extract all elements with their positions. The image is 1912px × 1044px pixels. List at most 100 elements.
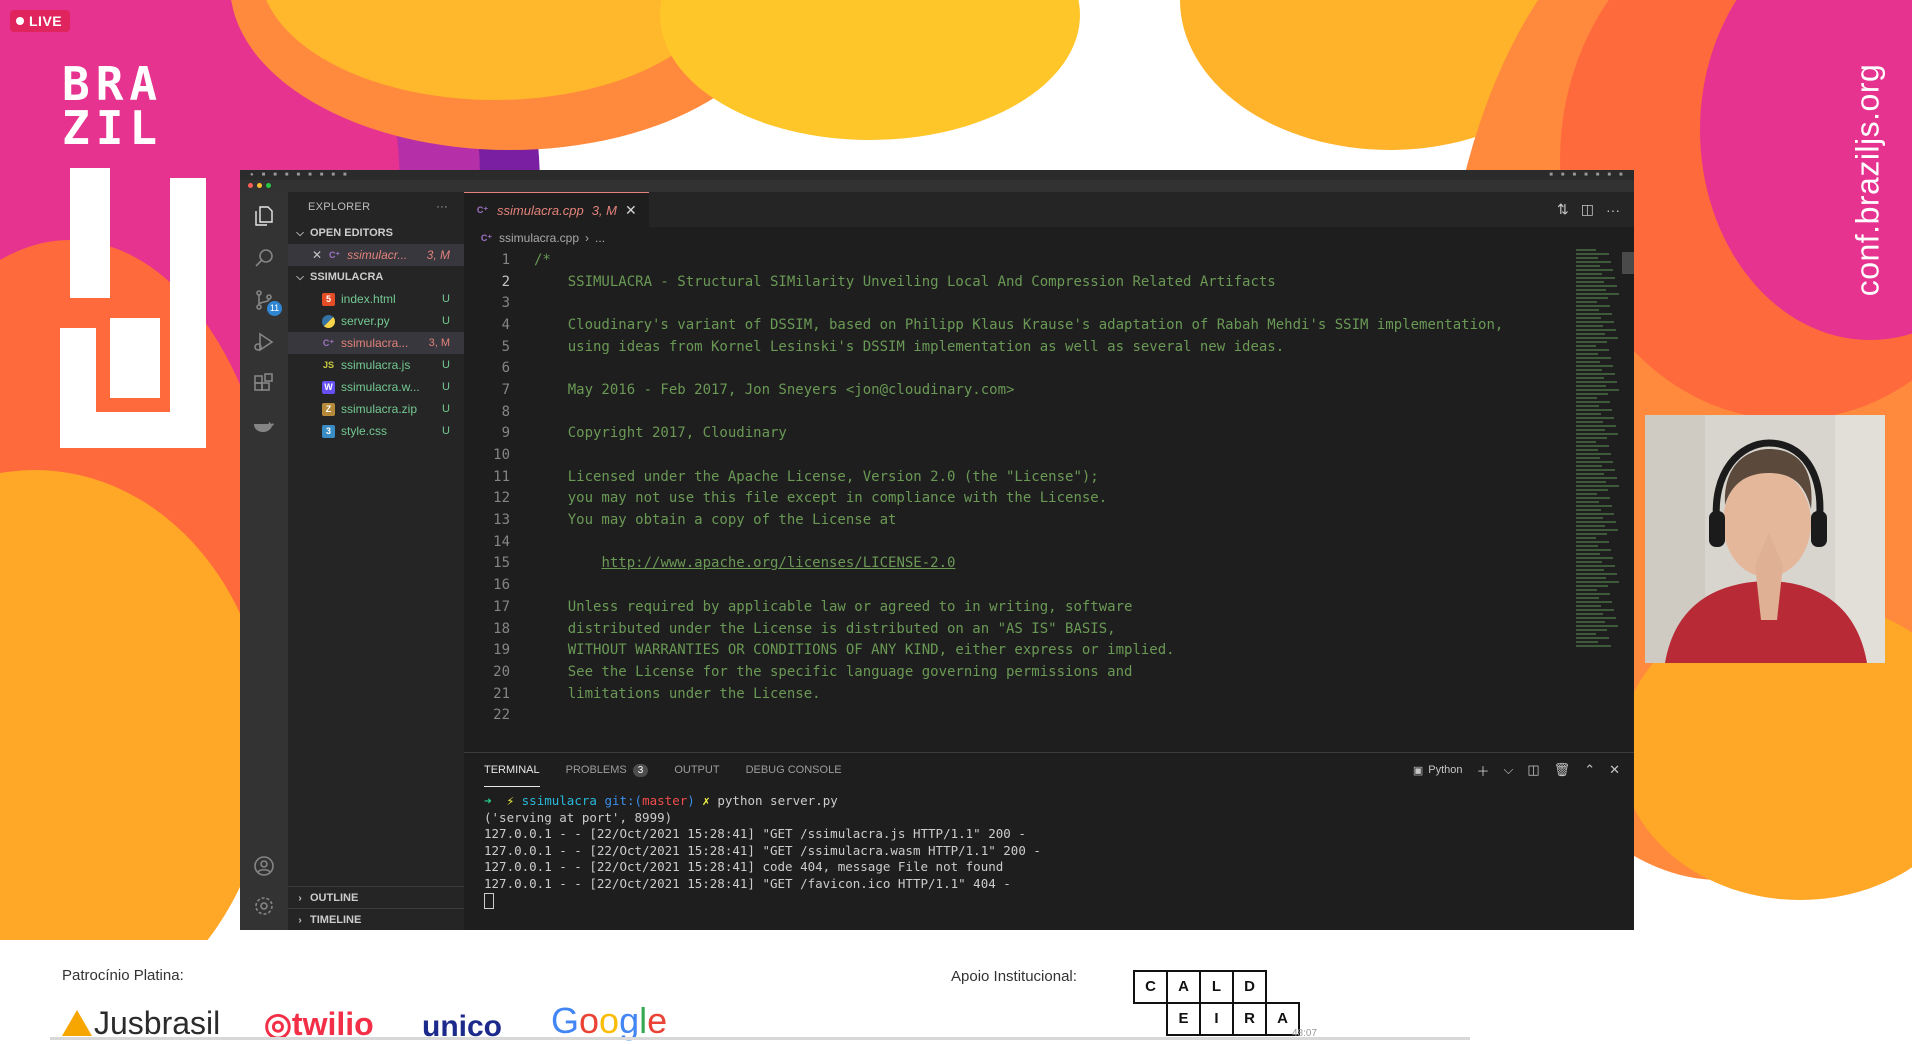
tab-debug-console[interactable]: DEBUG CONSOLE <box>746 753 842 787</box>
file-item-index-html[interactable]: 5 index.html U <box>288 288 464 310</box>
close-panel-icon[interactable]: ✕ <box>1609 762 1620 778</box>
project-section[interactable]: ⌵ SSIMULACRA <box>288 266 464 288</box>
tab-problems[interactable]: PROBLEMS 3 <box>566 753 649 787</box>
terminal-line: 127.0.0.1 - - [22/Oct/2021 15:28:41] cod… <box>484 859 1004 875</box>
google-letter: o <box>579 1000 600 1041</box>
bottom-panel: TERMINAL PROBLEMS 3 OUTPUT DEBUG CONSOLE… <box>464 752 1634 930</box>
extensions-icon[interactable] <box>250 370 278 398</box>
new-terminal-icon[interactable]: ＋ <box>1477 761 1490 780</box>
open-editors-section[interactable]: ⌵ OPEN EDITORS <box>288 222 464 244</box>
trash-icon[interactable]: 🗑 <box>1554 762 1571 778</box>
editor-actions: ⇅ ◫ ··· <box>1557 192 1620 227</box>
panel-tabs: TERMINAL PROBLEMS 3 OUTPUT DEBUG CONSOLE… <box>464 753 1634 787</box>
line-number: 6 <box>501 360 510 377</box>
cpp-file-icon: C⁺ <box>328 249 341 260</box>
chevron-right-icon: › <box>298 892 302 904</box>
minimap-line <box>1576 309 1599 311</box>
timeline-section[interactable]: › TIMELINE <box>288 908 464 930</box>
open-changes-icon[interactable]: ⇅ <box>1557 201 1569 218</box>
source-control-icon[interactable]: 11 <box>250 286 282 316</box>
editor-scrollbar[interactable] <box>1622 252 1634 274</box>
search-icon[interactable] <box>250 244 278 272</box>
run-debug-icon[interactable] <box>250 328 278 356</box>
caldeira-letter-cell: D <box>1232 970 1267 1004</box>
line-number: 8 <box>501 403 510 420</box>
explorer-icon[interactable] <box>250 202 278 230</box>
file-item-ssimulacra-zip[interactable]: Z ssimulacra.zip U <box>288 398 464 420</box>
minimap[interactable] <box>1576 249 1620 679</box>
terminal-output[interactable]: ➜ ⚡ ssimulacra git:(master) ✗ python ser… <box>464 787 1634 910</box>
open-editor-item[interactable]: ✕ C⁺ ssimulacr... 3, M <box>288 244 464 266</box>
google-letter: e <box>647 1000 668 1041</box>
code-text: limitations under the License. <box>534 685 821 702</box>
file-item-ssimulacra-cpp[interactable]: C⁺ ssimulacra... 3, M <box>288 332 464 354</box>
jusbrasil-mark-icon <box>62 1010 92 1036</box>
window-controls[interactable] <box>248 183 271 188</box>
split-editor-icon[interactable]: ◫ <box>1581 201 1594 218</box>
line-number: 13 <box>493 512 510 529</box>
minimize-window-icon[interactable] <box>257 183 262 188</box>
minimap-line <box>1576 457 1600 459</box>
outline-section[interactable]: › OUTLINE <box>288 886 464 909</box>
close-editor-icon[interactable]: ✕ <box>312 248 322 262</box>
shared-screen: ● ■ ■ ■ ■ ■ ■ ■ ■ ■ ■ ■ ■ ■ ■ ■ 11 EXPLO… <box>240 170 1634 930</box>
code-text: Unless required by applicable law or agr… <box>534 598 1133 615</box>
code-area[interactable]: 1 /* 2 SSIMULACRA - Structural SIMilarity … <box>464 249 1574 752</box>
google-letter: o <box>599 1000 620 1041</box>
minimap-line <box>1576 557 1613 559</box>
output-tab-label: OUTPUT <box>674 764 720 776</box>
file-item-ssimulacra-wasm[interactable]: W ssimulacra.w... U <box>288 376 464 398</box>
file-item-server-py[interactable]: server.py U <box>288 310 464 332</box>
minimap-line <box>1576 641 1598 643</box>
license-link[interactable]: http://www.apache.org/licenses/LICENSE-2… <box>601 555 955 571</box>
minimap-line <box>1576 529 1618 531</box>
minimap-line <box>1576 525 1605 527</box>
maximize-panel-icon[interactable]: ⌃ <box>1584 762 1595 778</box>
close-tab-icon[interactable]: ✕ <box>625 202 637 219</box>
more-actions-icon[interactable]: ··· <box>1606 202 1620 218</box>
code-line: 6 <box>464 357 1574 379</box>
minimap-line <box>1576 621 1605 623</box>
minimap-line <box>1576 313 1612 315</box>
split-terminal-icon[interactable]: ◫ <box>1527 762 1539 778</box>
timecode: 48:07 <box>1292 1028 1318 1039</box>
platinum-sponsors-label: Patrocínio Platina: <box>62 967 184 984</box>
minimap-line <box>1576 321 1614 323</box>
docker-icon[interactable] <box>250 412 278 440</box>
minimap-line <box>1576 337 1618 339</box>
close-window-icon[interactable] <box>248 183 253 188</box>
breadcrumb-more[interactable]: ... <box>595 231 605 245</box>
minimap-line <box>1576 293 1619 295</box>
line-number: 9 <box>501 425 510 442</box>
minimap-line <box>1576 289 1606 291</box>
line-number: 10 <box>493 447 510 464</box>
code-line: 7 May 2016 - Feb 2017, Jon Sneyers <jon@… <box>464 379 1574 401</box>
prompt-bolt-icon: ⚡ <box>506 793 515 808</box>
terminal-shell-selector[interactable]: ▣ Python <box>1413 764 1463 777</box>
google-logo: Google <box>551 1000 667 1042</box>
chevron-down-icon[interactable]: ⌵ <box>1504 762 1514 778</box>
file-item-ssimulacra-js[interactable]: JS ssimulacra.js U <box>288 354 464 376</box>
tab-ssimulacra-cpp[interactable]: C⁺ ssimulacra.cpp 3, M ✕ <box>464 192 649 227</box>
terminal-line: 127.0.0.1 - - [22/Oct/2021 15:28:41] "GE… <box>484 875 1011 891</box>
chevron-down-icon: ⌵ <box>296 227 304 239</box>
file-status: U <box>442 403 450 415</box>
problems-tab-label: PROBLEMS <box>565 764 627 776</box>
file-item-style-css[interactable]: 3 style.css U <box>288 420 464 442</box>
breadcrumb-file[interactable]: ssimulacra.cpp <box>499 231 579 245</box>
minimap-line <box>1576 325 1603 327</box>
tab-terminal[interactable]: TERMINAL <box>484 753 540 787</box>
file-name: index.html <box>341 292 396 306</box>
code-text: Copyright 2017, Cloudinary <box>534 425 787 442</box>
minimap-line <box>1576 537 1596 539</box>
account-icon[interactable] <box>250 852 278 880</box>
code-line: 1 /* <box>464 249 1574 271</box>
manage-gear-icon[interactable] <box>250 892 278 920</box>
code-line: 8 <box>464 401 1574 423</box>
minimap-line <box>1576 501 1599 503</box>
line-number: 2 <box>501 273 510 290</box>
tab-output[interactable]: OUTPUT <box>674 753 719 787</box>
minimap-line <box>1576 581 1619 583</box>
maximize-window-icon[interactable] <box>266 183 271 188</box>
explorer-more-button[interactable]: ··· <box>436 201 448 213</box>
